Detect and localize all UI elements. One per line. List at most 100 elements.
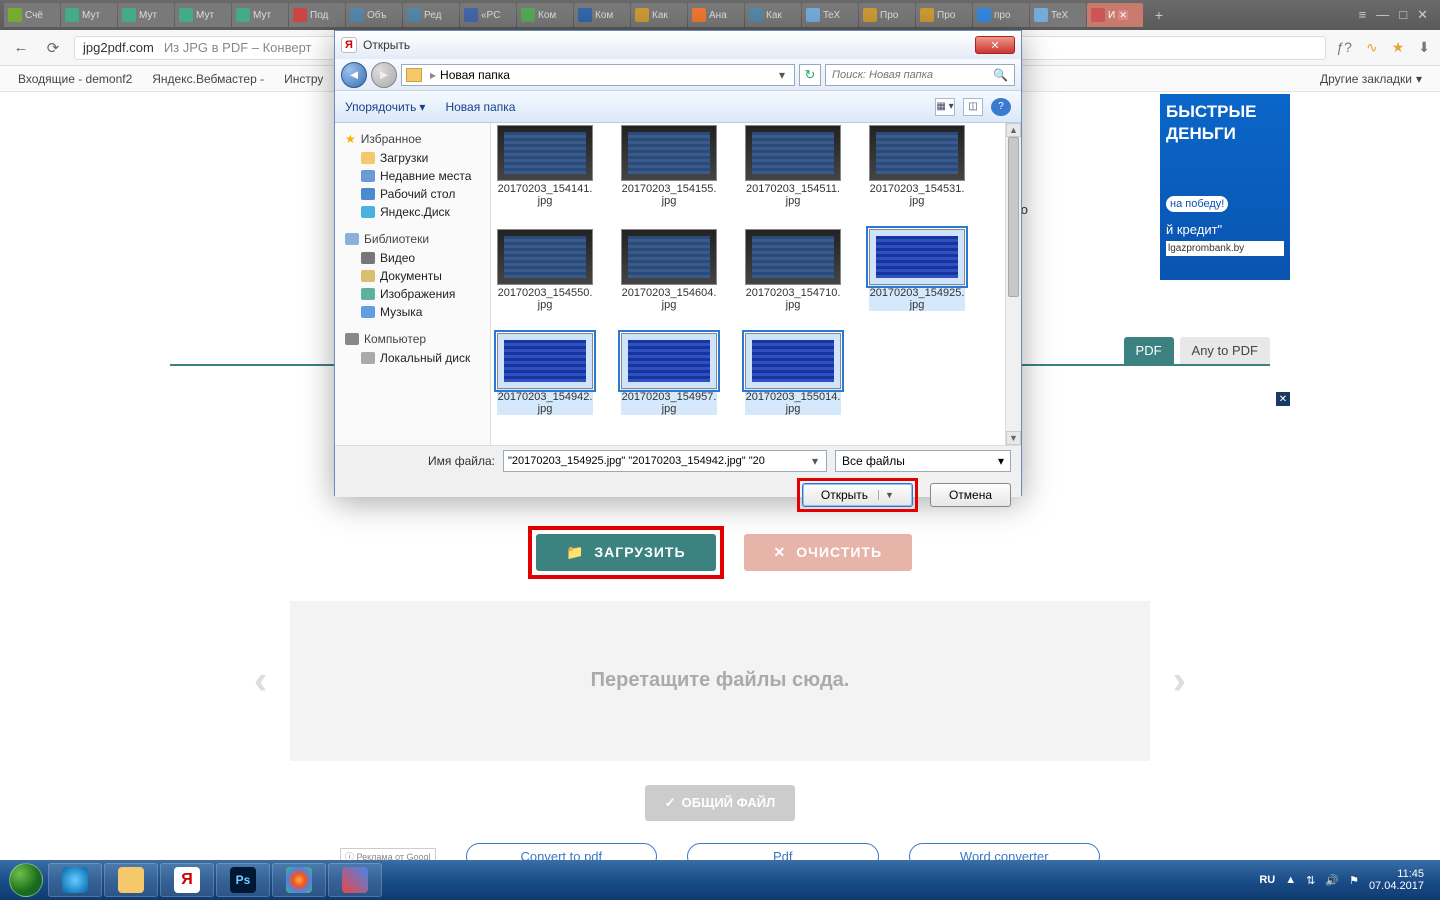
browser-tab[interactable]: И✕ (1087, 3, 1143, 27)
search-field[interactable] (832, 69, 993, 81)
search-input[interactable]: 🔍 (825, 64, 1015, 86)
file-type-filter[interactable]: Все файлы▾ (835, 450, 1011, 472)
breadcrumb[interactable]: ▸ Новая папка ▾ (401, 64, 795, 86)
taskbar-explorer[interactable] (104, 863, 158, 897)
taskbar-paint[interactable] (272, 863, 326, 897)
file-item[interactable]: 20170203_155014.jpg (745, 333, 841, 415)
file-item[interactable]: 20170203_154531.jpg (869, 125, 965, 207)
scroll-down-button[interactable]: ▼ (1006, 431, 1021, 445)
sidebar-libraries-header[interactable]: Библиотеки (339, 229, 486, 249)
taskbar-photoshop[interactable]: Ps (216, 863, 270, 897)
rss-icon[interactable]: ∿ (1366, 39, 1378, 56)
start-button[interactable] (6, 860, 46, 900)
browser-tab[interactable]: Ком (517, 3, 573, 27)
scroll-up-button[interactable]: ▲ (1006, 123, 1021, 137)
browser-tab[interactable]: Ком (574, 3, 630, 27)
file-item[interactable]: 20170203_154957.jpg (621, 333, 717, 415)
file-item[interactable]: 20170203_154942.jpg (497, 333, 593, 415)
preview-pane-button[interactable]: ◫ (963, 98, 983, 116)
search-icon[interactable]: 🔍 (993, 68, 1008, 82)
dropzone[interactable]: ‹ Перетащите файлы сюда. › (290, 601, 1150, 761)
sidebar-recent[interactable]: Недавние места (339, 167, 486, 185)
sidebar-downloads[interactable]: Загрузки (339, 149, 486, 167)
nav-back-button[interactable]: ◄ (341, 62, 367, 88)
next-arrow[interactable]: › (1173, 658, 1186, 703)
browser-tab[interactable]: Ред (403, 3, 459, 27)
refresh-button[interactable]: ↻ (799, 64, 821, 86)
upload-button[interactable]: 📁ЗАГРУЗИТЬ (536, 534, 716, 571)
browser-tab[interactable]: Мут (118, 3, 174, 27)
file-item[interactable]: 20170203_154511.jpg (745, 125, 841, 207)
browser-tab[interactable]: Мут (232, 3, 288, 27)
menu-icon[interactable]: ≡ (1359, 7, 1367, 23)
browser-tab[interactable]: про (973, 3, 1029, 27)
browser-tab[interactable]: Мут (61, 3, 117, 27)
sidebar-computer-header[interactable]: Компьютер (339, 329, 486, 349)
show-hidden-icons[interactable]: ▲ (1285, 874, 1296, 886)
close-icon[interactable]: ✕ (1417, 7, 1428, 23)
browser-tab[interactable]: Мут (175, 3, 231, 27)
sidebar-local-disk[interactable]: Локальный диск (339, 349, 486, 367)
font-icon[interactable]: ƒ? (1336, 39, 1352, 56)
breadcrumb-dropdown[interactable]: ▾ (774, 68, 790, 82)
browser-tab[interactable]: TeX (802, 3, 858, 27)
tab-pdf[interactable]: PDF (1124, 337, 1174, 364)
filename-dropdown[interactable]: ▾ (808, 454, 822, 468)
bookmark-item[interactable]: Входящие - demonf2 (18, 72, 132, 86)
help-button[interactable]: ? (991, 98, 1011, 116)
browser-tab[interactable]: TeX (1030, 3, 1086, 27)
sidebar-music[interactable]: Музыка (339, 303, 486, 321)
new-tab-button[interactable]: + (1150, 6, 1168, 24)
organize-menu[interactable]: Упорядочить ▾ (345, 100, 425, 114)
browser-tab[interactable]: Счё (4, 3, 60, 27)
star-icon[interactable]: ★ (1392, 39, 1405, 56)
file-item[interactable]: 20170203_154710.jpg (745, 229, 841, 311)
taskbar-clock[interactable]: 11:45 07.04.2017 (1369, 868, 1424, 892)
file-item[interactable]: 20170203_154604.jpg (621, 229, 717, 311)
scrollbar[interactable]: ▲ ▼ (1005, 123, 1021, 445)
dialog-close-button[interactable]: ✕ (975, 36, 1015, 54)
minimize-icon[interactable]: — (1376, 7, 1389, 23)
sidebar-favorites-header[interactable]: ★Избранное (339, 129, 486, 149)
bookmark-item[interactable]: Инстру (284, 72, 323, 86)
reload-button[interactable]: ⟳ (42, 37, 64, 59)
sidebar-ad[interactable]: БЫСТРЫЕ ДЕНЬГИ на победу! й кредит" lgaz… (1160, 94, 1290, 280)
open-button[interactable]: Открыть▼ (802, 483, 913, 507)
browser-tab[interactable]: Ана (688, 3, 744, 27)
taskbar-ie[interactable] (48, 863, 102, 897)
back-button[interactable]: ← (10, 37, 32, 59)
browser-tab[interactable]: Под (289, 3, 345, 27)
volume-icon[interactable]: 🔊 (1325, 874, 1339, 887)
sidebar-documents[interactable]: Документы (339, 267, 486, 285)
language-indicator[interactable]: RU (1259, 874, 1275, 886)
browser-tab[interactable]: Про (859, 3, 915, 27)
view-mode-button[interactable]: ▦ ▾ (935, 98, 955, 116)
sidebar-desktop[interactable]: Рабочий стол (339, 185, 486, 203)
flag-icon[interactable]: ⚑ (1349, 874, 1359, 887)
sidebar-videos[interactable]: Видео (339, 249, 486, 267)
ad-close-icon[interactable]: ✕ (1276, 392, 1290, 406)
bookmark-item[interactable]: Яндекс.Вебмастер - (152, 72, 264, 86)
sidebar-pictures[interactable]: Изображения (339, 285, 486, 303)
browser-tab[interactable]: Как (631, 3, 687, 27)
filename-field[interactable] (508, 455, 808, 467)
taskbar-yandex[interactable]: Я (160, 863, 214, 897)
tab-any-to-pdf[interactable]: Any to PDF (1180, 337, 1270, 364)
maximize-icon[interactable]: □ (1399, 7, 1407, 23)
file-item[interactable]: 20170203_154141.jpg (497, 125, 593, 207)
file-list[interactable]: 20170203_154141.jpg20170203_154155.jpg20… (491, 123, 1021, 445)
split-dropdown-icon[interactable]: ▼ (878, 490, 894, 500)
taskbar-snipping[interactable] (328, 863, 382, 897)
cancel-button[interactable]: Отмена (930, 483, 1011, 507)
browser-tab[interactable]: Про (916, 3, 972, 27)
prev-arrow[interactable]: ‹ (254, 658, 267, 703)
breadcrumb-folder[interactable]: Новая папка (440, 68, 510, 82)
other-bookmarks[interactable]: Другие закладки ▾ (1320, 72, 1422, 86)
tab-close-icon[interactable]: ✕ (1118, 10, 1128, 20)
browser-tab[interactable]: Объ (346, 3, 402, 27)
browser-tab[interactable]: Как (745, 3, 801, 27)
new-folder-button[interactable]: Новая папка (445, 100, 515, 114)
network-icon[interactable]: ⇅ (1306, 874, 1315, 887)
sidebar-yandex-disk[interactable]: Яндекс.Диск (339, 203, 486, 221)
filename-input[interactable]: ▾ (503, 450, 827, 472)
